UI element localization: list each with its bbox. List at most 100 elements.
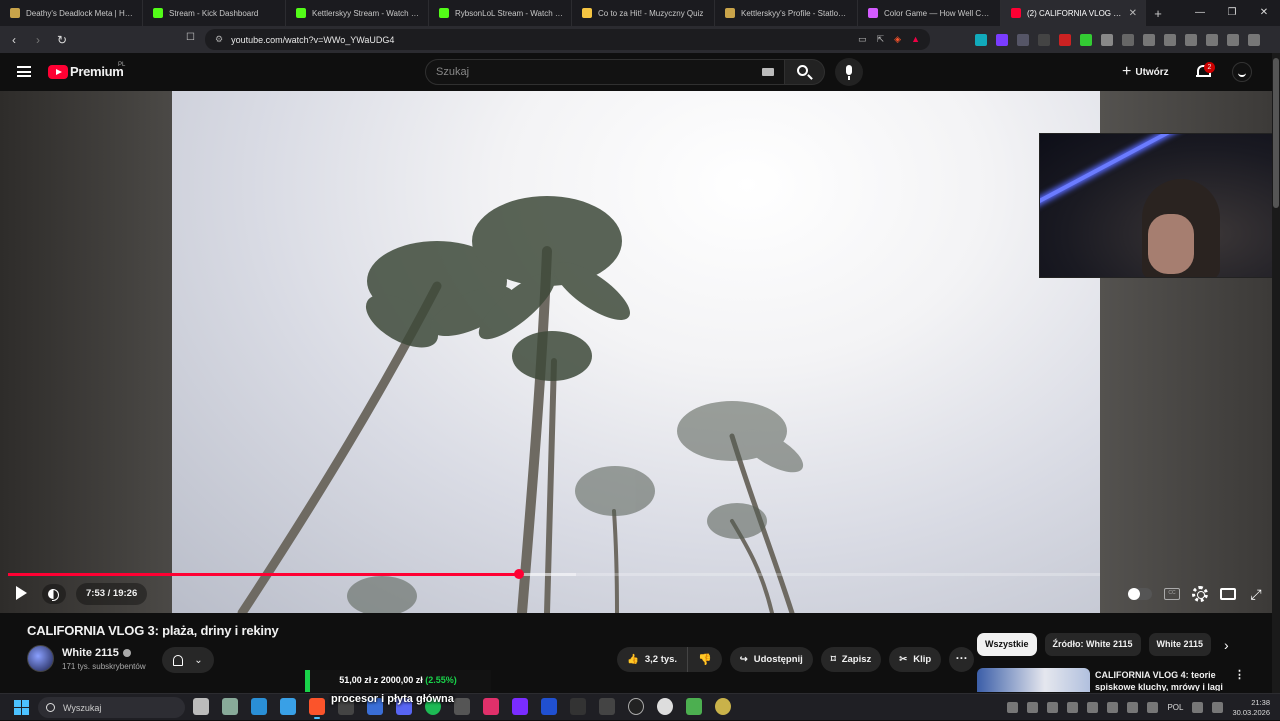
forward-icon[interactable]: ›: [28, 33, 48, 47]
recommendation-thumbnail[interactable]: [977, 668, 1090, 692]
clip-button[interactable]: ✂ Klip: [889, 647, 942, 672]
scrollbar-thumb[interactable]: [1273, 58, 1279, 208]
volume-icon[interactable]: [42, 584, 66, 604]
taskbar-search[interactable]: Wyszukaj: [38, 697, 185, 718]
extension-icon[interactable]: [1080, 33, 1092, 46]
app-icon[interactable]: [715, 698, 731, 715]
menu-icon[interactable]: [1248, 33, 1260, 46]
close-window-icon[interactable]: ✕: [1248, 0, 1280, 26]
address-bar[interactable]: ⚙ youtube.com/watch?v=WWo_YWaUDG4 ▭ ⇱ ◈ …: [205, 29, 930, 50]
new-tab-button[interactable]: +: [1146, 6, 1170, 21]
share-button[interactable]: ↪ Udostępnij: [729, 647, 813, 672]
browser-tab[interactable]: Kettlerskyy Stream - Watch Live: [286, 0, 429, 26]
brave-shields-icon[interactable]: ◈: [894, 34, 901, 45]
browser-tab[interactable]: Color Game — How Well Can You: [858, 0, 1001, 26]
app-icon[interactable]: [570, 698, 586, 715]
chip-all[interactable]: Wszystkie: [977, 633, 1037, 656]
channel-name[interactable]: White 2115: [62, 647, 131, 659]
channel-avatar[interactable]: [27, 645, 54, 672]
extensions-puzzle-icon[interactable]: [1122, 33, 1134, 46]
extension-icon[interactable]: [1101, 33, 1113, 46]
tray-icon[interactable]: [1107, 702, 1119, 713]
app-icon[interactable]: [483, 698, 499, 715]
like-button[interactable]: 👍 3,2 tys.: [617, 647, 689, 672]
site-info-icon[interactable]: ⚙: [215, 34, 223, 45]
tray-icon[interactable]: [1087, 702, 1099, 713]
brave-rewards-icon[interactable]: ▲: [911, 34, 920, 45]
extension-icon[interactable]: [996, 33, 1008, 46]
search-input[interactable]: Szukaj: [425, 59, 785, 85]
leo-ai-icon[interactable]: [1206, 33, 1218, 46]
extension-icon[interactable]: [1059, 33, 1071, 46]
app-icon[interactable]: [599, 698, 615, 715]
more-actions-icon[interactable]: ···: [949, 647, 975, 672]
browser-tab[interactable]: Stream - Kick Dashboard: [143, 0, 286, 26]
extension-icon[interactable]: [1017, 33, 1029, 46]
back-icon[interactable]: ‹: [4, 33, 24, 47]
recommendation-more-icon[interactable]: ⋮: [1234, 668, 1245, 681]
windows-start-icon[interactable]: [14, 700, 29, 715]
extension-icon[interactable]: [1038, 33, 1050, 46]
tray-icon[interactable]: [1027, 702, 1039, 713]
maximize-icon[interactable]: ❐: [1216, 0, 1248, 26]
scrubber-handle[interactable]: [514, 569, 525, 579]
browser-tab[interactable]: RybsonLoL Stream - Watch Live: [429, 0, 572, 26]
file-explorer-icon[interactable]: [280, 698, 296, 715]
media-icon[interactable]: [1143, 33, 1155, 46]
vpn-icon[interactable]: [1227, 33, 1239, 46]
network-icon[interactable]: [1192, 702, 1204, 713]
extension-icon[interactable]: [975, 33, 987, 46]
subtitles-icon[interactable]: CC: [1164, 588, 1180, 600]
fullscreen-icon[interactable]: ⤢: [1248, 586, 1264, 602]
task-view-icon[interactable]: [193, 698, 209, 715]
keyboard-icon[interactable]: [762, 68, 774, 76]
chip-channel[interactable]: White 2115: [1148, 633, 1212, 656]
app-icon[interactable]: [541, 698, 557, 715]
chevron-right-icon[interactable]: ›: [1224, 637, 1229, 653]
volume-tray-icon[interactable]: [1212, 702, 1224, 713]
app-icon[interactable]: [512, 698, 528, 715]
hamburger-menu-icon[interactable]: [17, 66, 31, 77]
progress-bar[interactable]: [8, 569, 1100, 579]
cast-icon[interactable]: ▭: [858, 34, 867, 45]
wallet-icon[interactable]: [1185, 33, 1197, 46]
play-icon[interactable]: [16, 586, 27, 600]
voice-search-mic-icon[interactable]: [835, 58, 863, 86]
browser-tab[interactable]: Kettlerskyy's Profile - Statlocker: [715, 0, 858, 26]
recommendation-title[interactable]: CALIFORNIA VLOG 4: teorie spiskowe kluch…: [1095, 669, 1225, 691]
language-indicator[interactable]: POL: [1167, 703, 1183, 712]
tray-icon[interactable]: [1007, 702, 1019, 713]
tray-icon[interactable]: [1067, 702, 1079, 713]
tray-icon[interactable]: [1047, 702, 1059, 713]
create-button[interactable]: + Utwórz: [1122, 63, 1169, 81]
bookmark-icon[interactable]: ☐: [186, 32, 195, 43]
account-avatar[interactable]: [1232, 62, 1252, 82]
tray-icon[interactable]: [1127, 702, 1139, 713]
autoplay-toggle[interactable]: [1128, 588, 1152, 600]
browser-tab[interactable]: Co to za Hit! - Muzyczny Quiz: [572, 0, 715, 26]
share-page-icon[interactable]: ⇱: [877, 34, 885, 45]
app-shield-icon[interactable]: [222, 698, 238, 715]
youtube-logo-icon[interactable]: [48, 65, 68, 79]
youtube-premium-wordmark[interactable]: Premium: [70, 64, 124, 79]
settings-gear-icon[interactable]: [1192, 586, 1208, 602]
app-monitor-icon[interactable]: [251, 698, 267, 715]
close-tab-icon[interactable]: ✕: [1125, 8, 1137, 19]
browser-tab[interactable]: Deathy's Deadlock Meta | Hero: [0, 0, 143, 26]
reload-icon[interactable]: ↻: [52, 33, 72, 47]
obs-icon[interactable]: [628, 698, 644, 715]
dislike-button[interactable]: 👎: [688, 647, 722, 672]
page-scrollbar[interactable]: [1272, 53, 1280, 693]
chip-source[interactable]: Źródło: White 2115: [1044, 633, 1141, 656]
minimize-icon[interactable]: —: [1184, 0, 1216, 26]
browser-tab[interactable]: (2) CALIFORNIA VLOG 3: p ✕: [1001, 0, 1146, 26]
app-icon[interactable]: [454, 698, 470, 715]
tray-icon[interactable]: [1147, 702, 1159, 713]
clock[interactable]: 21:38 30.03.2026: [1232, 698, 1270, 718]
subscribed-button[interactable]: ⌄: [162, 647, 214, 673]
theater-mode-icon[interactable]: [1220, 588, 1236, 600]
search-button[interactable]: [785, 59, 825, 85]
minecraft-icon[interactable]: [686, 698, 702, 715]
sidebar-icon[interactable]: [1164, 33, 1176, 46]
brave-browser-icon[interactable]: [309, 698, 325, 719]
